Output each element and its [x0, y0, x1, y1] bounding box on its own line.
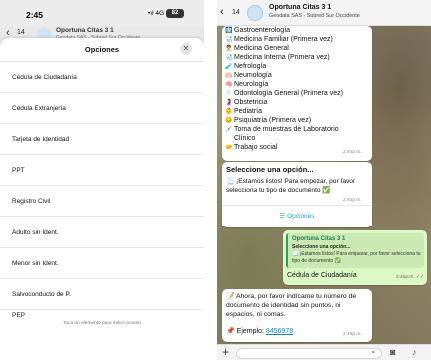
- quoted-body: 📃 ¡Estamos listos! Para empezar, por fav…: [292, 251, 421, 264]
- signal-icon: •ıl 4G: [148, 10, 165, 17]
- specialty-icon: 🧪: [225, 64, 233, 70]
- battery-icon: 82: [166, 9, 184, 18]
- options-sheet-screen: 2:45 •ıl 4G 82 ‹ 14 Oportuna Citas 3 1 G…: [0, 0, 204, 360]
- message-time: 2:46p.m. ✓✓: [396, 275, 425, 280]
- specialty-icon: 😔: [225, 118, 233, 124]
- list-icon: ☰: [279, 213, 288, 220]
- reply-text: Cédula de Ciudadanía: [287, 272, 357, 279]
- message-time: 2:44p.m.: [343, 198, 362, 203]
- status-bar: 2:45 •ıl 4G 82: [0, 0, 204, 26]
- option-registro-civil[interactable]: Registro Civil: [0, 186, 204, 217]
- specialty-icon: 💉: [225, 127, 233, 133]
- specialty-icon: 🤰: [225, 100, 233, 106]
- example-line: 📌 Ejemplo: 8456978: [226, 327, 293, 335]
- option-adulto-sin-ident[interactable]: Adulto sin Ident.: [0, 217, 204, 248]
- close-icon[interactable]: ✕: [180, 43, 192, 55]
- specialties-message: 🩻 Gastroenterología 🩺 Medicina Familiar (P…: [222, 26, 372, 161]
- option-label: Tarjeta de Identidad: [12, 136, 70, 143]
- quoted-heading: Seleccione una opción...: [292, 244, 351, 250]
- message-input[interactable]: [236, 348, 382, 359]
- sticker-icon[interactable]: ◔: [370, 348, 375, 357]
- option-label: Cédula de Ciudadanía: [12, 74, 77, 81]
- option-label: PEP: [12, 312, 26, 319]
- sheet-footer-hint: Toca un elemento para seleccionarlo: [62, 321, 142, 326]
- option-label: PPT: [12, 167, 25, 174]
- back-chevron-icon[interactable]: ‹: [220, 6, 224, 18]
- message-body: 📃 ¡Estamos listos! Para empezar, por fav…: [226, 178, 356, 194]
- quoted-sender: Oportuna Citas 3 1: [292, 236, 346, 242]
- option-cedula-extranjeria[interactable]: Cédula Extranjería: [0, 93, 204, 124]
- example-number-link[interactable]: 8456978: [266, 328, 293, 335]
- example-label: 📌 Ejemplo:: [226, 328, 264, 335]
- message-time: 2:44p.m.: [343, 150, 362, 155]
- specialty-icon: 🫁: [225, 73, 233, 79]
- option-ppt[interactable]: PPT: [0, 155, 204, 186]
- chat-subtitle: Geodata SAS - Subred Sur Occidente: [269, 13, 360, 19]
- options-button[interactable]: ☰ Opciones: [222, 205, 372, 227]
- option-label: Menor sin Ident.: [12, 260, 59, 267]
- back-count[interactable]: 14: [232, 9, 240, 16]
- message-heading: Seleccione una opción...: [226, 165, 314, 174]
- specialty-icon: 🤝: [225, 145, 233, 151]
- option-label: Cédula Extranjería: [12, 105, 66, 112]
- options-sheet: Opciones ✕ Cédula de Ciudadanía Cédula E…: [0, 38, 204, 360]
- option-label: Adulto sin Ident.: [12, 229, 59, 236]
- quoted-message[interactable]: Oportuna Citas 3 1 Seleccione una opción…: [286, 233, 424, 268]
- specialty-icon: 🧠: [225, 82, 233, 88]
- message-body: 📝 Ahora, por favor indícame tu número de…: [226, 293, 357, 318]
- option-menor-sin-ident[interactable]: Menor sin Ident.: [0, 248, 204, 279]
- sheet-title: Opciones: [84, 45, 120, 54]
- specialty-icon: 🩺: [225, 37, 233, 43]
- specialty-icon: 🦷: [225, 91, 233, 97]
- message-time: 2:46p.m.: [343, 332, 362, 337]
- chat-screen: ‹ 14 Oportuna Citas 3 1 Geodata SAS - Su…: [217, 0, 431, 360]
- options-button-label: Opciones: [287, 213, 315, 220]
- status-time: 2:45: [26, 10, 44, 20]
- specialty-icon: 👶: [225, 109, 233, 115]
- message-input-bar: + ◔ ◙ ♪: [217, 344, 431, 360]
- list-item: 🤝 Trabajo social: [225, 144, 278, 151]
- microphone-icon[interactable]: ♪: [412, 347, 417, 357]
- background-chat-title: Oportuna Citas 3 1: [56, 27, 114, 34]
- option-cedula-ciudadania[interactable]: Cédula de Ciudadanía: [0, 62, 204, 93]
- user-reply-message: Oportuna Citas 3 1 Seleccione una opción…: [283, 230, 427, 285]
- camera-icon[interactable]: ◙: [390, 347, 395, 357]
- option-pep[interactable]: PEP: [0, 300, 204, 331]
- option-label: Registro Civil: [12, 198, 51, 205]
- avatar[interactable]: [247, 5, 263, 21]
- unread-count: 14: [17, 29, 25, 36]
- chat-title[interactable]: Oportuna Citas 3 1: [269, 4, 331, 11]
- option-label: Salvoconducto de P.: [12, 291, 71, 298]
- document-number-message: 📝 Ahora, por favor indícame tu número de…: [222, 289, 372, 342]
- sheet-header: Opciones ✕: [0, 38, 204, 62]
- chat-header: ‹ 14 Oportuna Citas 3 1 Geodata SAS - Su…: [217, 0, 431, 26]
- option-tarjeta-identidad[interactable]: Tarjeta de Identidad: [0, 124, 204, 155]
- specialty-icon: 🩻: [225, 28, 233, 34]
- specialty-icon: 🩺: [225, 55, 233, 61]
- specialty-icon: 👨‍⚕️: [225, 46, 233, 52]
- plus-icon[interactable]: +: [222, 345, 229, 359]
